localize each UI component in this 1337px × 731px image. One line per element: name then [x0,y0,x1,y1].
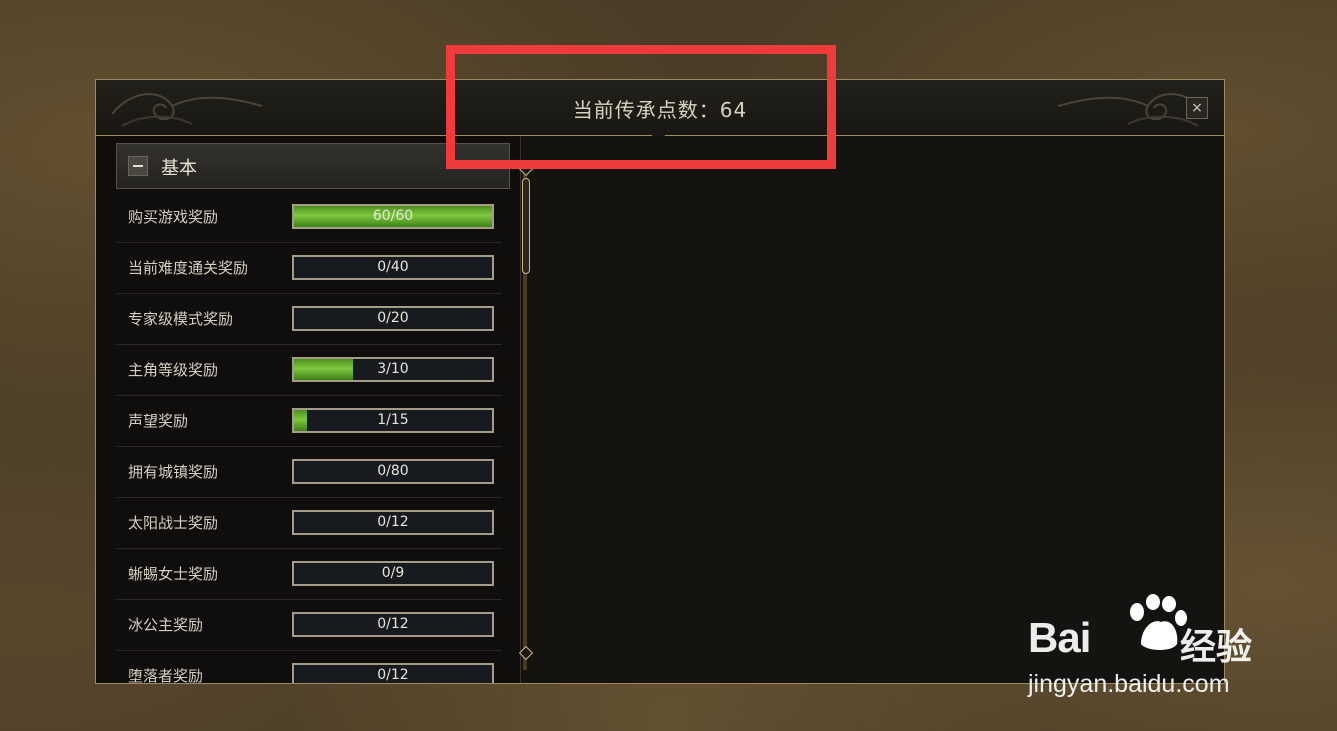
progress-text: 3/10 [377,361,409,377]
reward-label: 专家级模式奖励 [128,310,234,328]
reward-label: 当前难度通关奖励 [128,259,249,277]
progress-bar: 0/9 [292,561,494,586]
progress-text: 0/20 [377,310,409,326]
section-title: 基本 [161,158,197,179]
list-item[interactable]: 当前难度通关奖励 0/40 [116,243,502,294]
list-item[interactable]: 专家级模式奖励 0/20 [116,294,502,345]
highlight-annotation [446,45,836,169]
watermark-suffix: 经验 [1180,627,1253,668]
list-item[interactable]: 购买游戏奖励 60/60 [116,192,502,243]
progress-text: 0/12 [377,616,409,632]
list-item[interactable]: 主角等级奖励 3/10 [116,345,502,396]
progress-text: 1/15 [377,412,409,428]
progress-bar: 60/60 [292,204,494,229]
reward-label: 太阳战士奖励 [128,514,219,532]
progress-text: 0/12 [377,514,409,530]
progress-text: 0/80 [377,463,409,479]
progress-bar: 0/12 [292,612,494,637]
progress-text: 0/9 [381,565,405,581]
list-item[interactable]: 声望奖励 1/15 [116,396,502,447]
progress-text: 0/40 [377,259,409,275]
reward-list-panel: 基本 购买游戏奖励 60/60 当前难度通关奖励 0/40 专家级模式奖励 0/20 主角等… [96,136,520,683]
collapse-icon[interactable] [128,156,148,176]
reward-label: 冰公主奖励 [128,616,204,634]
scrollbar-thumb[interactable] [522,178,530,274]
progress-text: 0/12 [377,667,409,683]
list-item[interactable]: 太阳战士奖励 0/12 [116,498,502,549]
reward-label: 堕落者奖励 [128,667,204,683]
progress-text: 60/60 [372,208,414,224]
list-item[interactable]: 拥有城镇奖励 0/80 [116,447,502,498]
progress-bar: 3/10 [292,357,494,382]
reward-label: 购买游戏奖励 [128,208,219,226]
reward-label: 蜥蜴女士奖励 [128,565,219,583]
progress-bar: 1/15 [292,408,494,433]
progress-bar: 0/40 [292,255,494,280]
reward-rows: 购买游戏奖励 60/60 当前难度通关奖励 0/40 专家级模式奖励 0/20 主角等级奖励… [116,192,502,683]
progress-bar: 0/80 [292,459,494,484]
progress-bar: 0/12 [292,663,494,683]
list-item[interactable]: 堕落者奖励 0/12 [116,651,502,683]
close-button[interactable]: × [1186,97,1208,119]
watermark-brand: Bai [1028,614,1091,661]
reward-label: 拥有城镇奖励 [128,463,219,481]
list-item[interactable]: 蜥蜴女士奖励 0/9 [116,549,502,600]
reward-label: 主角等级奖励 [128,361,219,379]
baidu-watermark: Bai 经验 jingyan.baidu.com [1028,594,1268,704]
progress-bar: 0/12 [292,510,494,535]
reward-label: 声望奖励 [128,412,189,430]
list-item[interactable]: 冰公主奖励 0/12 [116,600,502,651]
watermark-url: jingyan.baidu.com [1028,670,1230,698]
progress-bar: 0/20 [292,306,494,331]
